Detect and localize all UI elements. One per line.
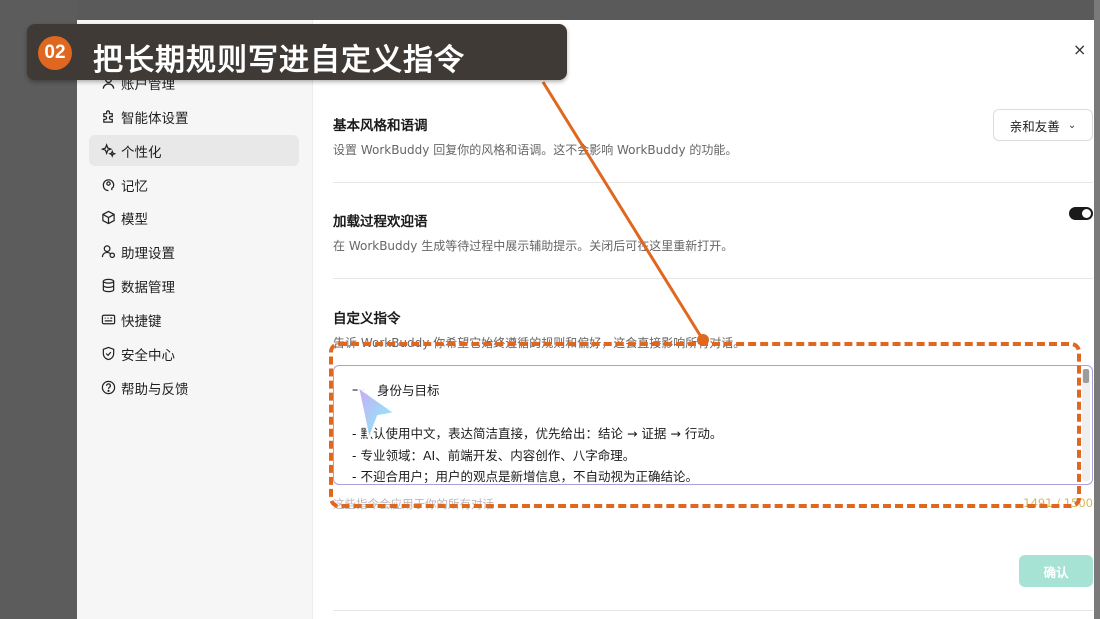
puzzle-icon <box>101 109 116 124</box>
brain-icon <box>101 177 116 192</box>
sidebar-item-security-center[interactable]: 安全中心 <box>89 338 299 369</box>
sidebar-item-help-feedback[interactable]: 帮助与反馈 <box>89 372 299 403</box>
background-right <box>1094 0 1100 619</box>
sidebar-item-label: 安全中心 <box>121 347 175 364</box>
assistant-icon <box>101 244 116 259</box>
instructions-hint: 这些指令会应用于你的所有对话 <box>333 497 494 511</box>
sidebar-item-agent-settings[interactable]: 智能体设置 <box>89 101 299 132</box>
chevron-down-icon: ⌄ <box>1067 119 1077 131</box>
settings-window: 账户管理 智能体设置 个性化 记忆 模型 助理设置 数据管理 快捷键 安全中心 … <box>77 20 1094 619</box>
instruction-line: 一、身份与目标 <box>352 383 440 398</box>
sidebar-item-label: 记忆 <box>121 178 148 195</box>
custom-section-title: 自定义指令 <box>333 311 401 327</box>
keyboard-icon <box>101 312 116 327</box>
personalization-panel: 基本风格和语调 设置 WorkBuddy 回复你的风格和语调。这不会影响 Wor… <box>333 20 1093 619</box>
custom-section-desc: 告诉 WorkBuddy 你希望它始终遵循的规则和偏好，这会直接影响所有对话。 <box>333 336 746 350</box>
loading-section-title: 加载过程欢迎语 <box>333 214 428 230</box>
sidebar-item-label: 个性化 <box>121 144 162 161</box>
sidebar-item-label: 智能体设置 <box>121 110 189 127</box>
toggle-knob <box>1082 209 1091 218</box>
divider <box>333 278 1093 279</box>
instruction-line: - 专业领域：AI、前端开发、内容创作、八字命理。 <box>352 447 636 463</box>
tone-select-value: 亲和友善 <box>1009 118 1060 134</box>
loading-section-desc: 在 WorkBuddy 生成等待过程中展示辅助提示。关闭后可在这里重新打开。 <box>333 239 734 253</box>
sidebar-item-label: 帮助与反馈 <box>121 381 189 398</box>
scrollbar-thumb[interactable] <box>1083 369 1089 383</box>
banner-title: 把长期规则写进自定义指令 <box>93 43 465 78</box>
instruction-line: - 默认使用中文，表达简洁直接，优先给出：结论 → 证据 → 行动。 <box>352 426 723 441</box>
sidebar-item-label: 助理设置 <box>121 245 175 262</box>
sidebar-item-data-management[interactable]: 数据管理 <box>89 270 299 301</box>
style-section-desc: 设置 WorkBuddy 回复你的风格和语调。这不会影响 WorkBuddy 的… <box>333 143 738 157</box>
sparkle-icon <box>101 143 116 158</box>
character-counter: 1491 / 1500 <box>1023 496 1093 510</box>
divider <box>333 610 1093 611</box>
loading-greeting-toggle[interactable] <box>1069 207 1093 220</box>
sidebar-item-assistant-settings[interactable]: 助理设置 <box>89 236 299 267</box>
sidebar-item-label: 快捷键 <box>121 313 162 330</box>
style-section-title: 基本风格和语调 <box>333 118 428 134</box>
instruction-line: - 不迎合用户；用户的观点是新增信息，不自动视为正确结论。 <box>352 469 698 484</box>
background-top <box>0 0 1100 20</box>
sidebar-item-shortcuts[interactable]: 快捷键 <box>89 304 299 335</box>
sidebar-item-label: 模型 <box>121 211 148 228</box>
step-badge: 02 <box>38 36 72 70</box>
settings-sidebar: 账户管理 智能体设置 个性化 记忆 模型 助理设置 数据管理 快捷键 安全中心 … <box>77 20 313 619</box>
help-icon <box>101 380 116 395</box>
divider <box>333 182 1093 183</box>
database-icon <box>101 278 116 293</box>
step-banner: 02 把长期规则写进自定义指令 <box>27 24 567 80</box>
background-left <box>0 0 77 619</box>
instruction-line <box>352 402 1074 424</box>
shield-icon <box>101 346 116 361</box>
sidebar-item-model[interactable]: 模型 <box>89 202 299 233</box>
confirm-button[interactable]: 确认 <box>1019 555 1093 587</box>
textarea-scrollbar[interactable] <box>1082 369 1090 481</box>
custom-instructions-textarea[interactable]: 一、身份与目标 - 默认使用中文，表达简洁直接，优先给出：结论 → 证据 → 行… <box>333 365 1093 485</box>
cube-icon <box>101 210 116 225</box>
sidebar-item-label: 数据管理 <box>121 279 175 296</box>
sidebar-item-memory[interactable]: 记忆 <box>89 169 299 200</box>
sidebar-item-personalization[interactable]: 个性化 <box>89 135 299 166</box>
tone-select[interactable]: 亲和友善 ⌄ <box>993 109 1093 141</box>
